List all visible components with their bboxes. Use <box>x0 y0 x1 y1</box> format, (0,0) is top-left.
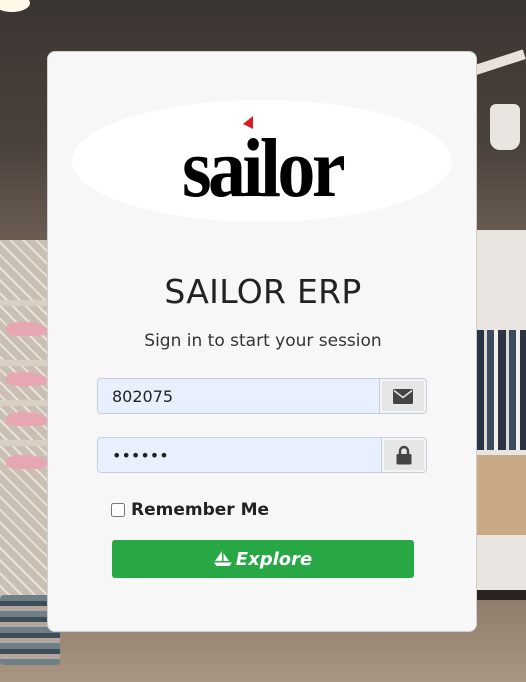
page-title: SAILOR ERP <box>164 272 362 311</box>
background-display-table <box>476 455 526 535</box>
remember-me-label: Remember Me <box>131 500 270 520</box>
password-field-group <box>97 437 427 473</box>
background-spotlight <box>490 104 520 150</box>
explore-button-label: Explore <box>235 548 313 570</box>
logo-wordmark: sailor <box>182 122 344 206</box>
remember-me[interactable]: Remember Me <box>111 500 269 520</box>
brand-logo: sailor <box>72 100 452 222</box>
background-shoe <box>6 412 48 426</box>
background-shoe <box>6 322 48 336</box>
remember-me-checkbox[interactable] <box>111 503 125 517</box>
envelope-icon <box>393 388 413 404</box>
background-shoe <box>6 372 48 386</box>
username-addon <box>379 378 427 414</box>
sailor-logo-icon: sailor <box>182 116 347 206</box>
sailboat-icon <box>213 551 232 566</box>
lock-icon <box>396 445 412 465</box>
background-shoe <box>6 455 48 469</box>
password-input[interactable] <box>97 437 381 473</box>
login-card: sailor SAILOR ERP Sign in to start your … <box>47 51 477 632</box>
password-addon <box>381 437 427 473</box>
username-field-group <box>97 378 427 414</box>
background-clothing-rack <box>476 330 526 450</box>
explore-button[interactable]: Explore <box>112 540 414 578</box>
login-subtitle: Sign in to start your session <box>144 331 382 351</box>
username-input[interactable] <box>97 378 379 414</box>
